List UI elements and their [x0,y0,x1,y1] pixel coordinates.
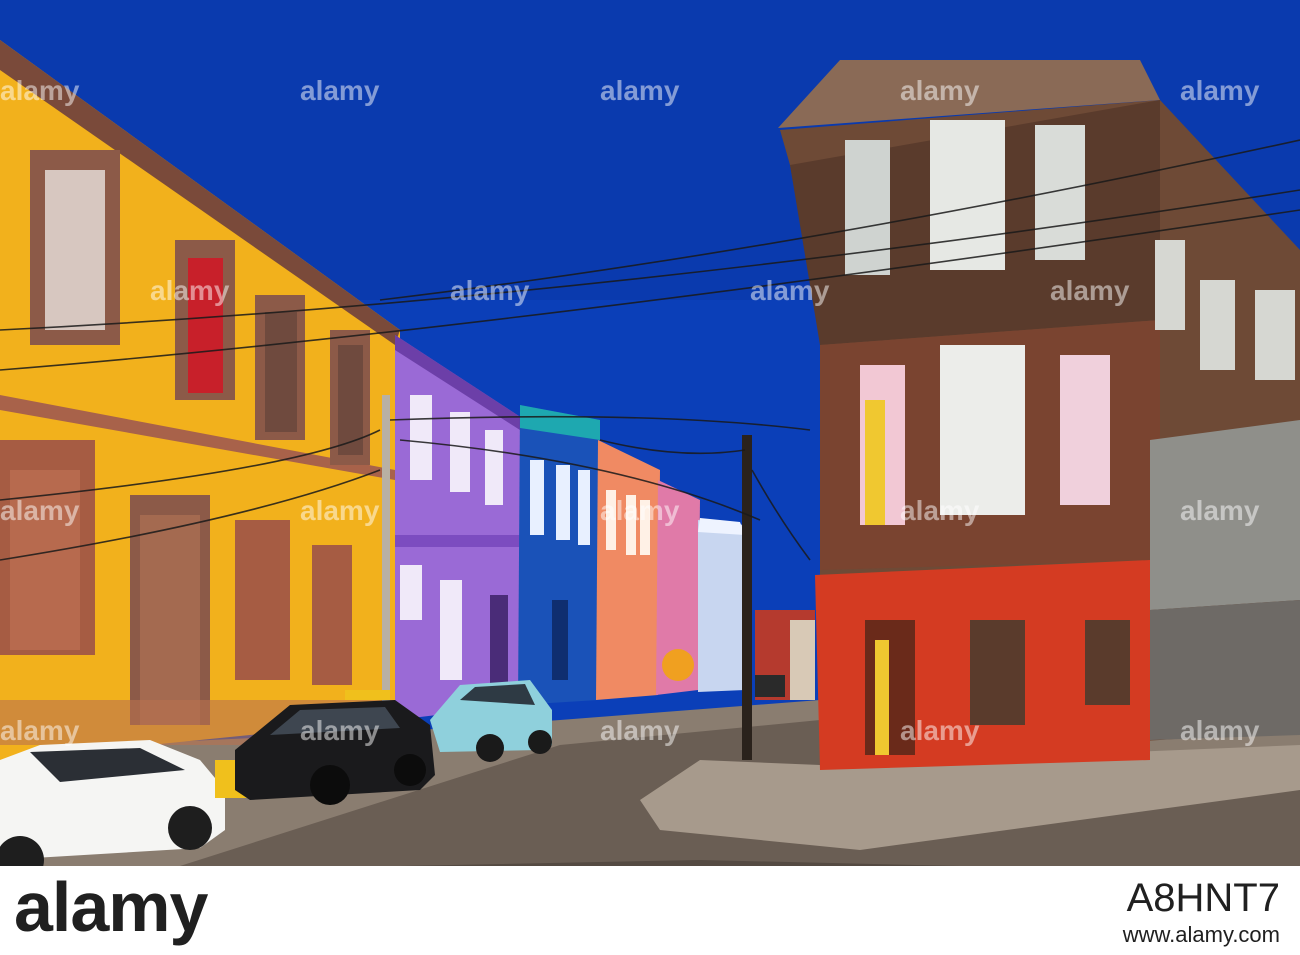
svg-text:alamy: alamy [900,75,980,106]
svg-text:alamy: alamy [450,275,530,306]
street-photo: alamy alamy alamy alamy alamy alamy alam… [0,0,1300,866]
salmon-building [596,440,660,700]
svg-text:alamy: alamy [600,715,680,746]
light-blue-building [698,520,745,692]
alamy-logo: alamy [14,868,208,946]
svg-text:alamy: alamy [0,495,80,526]
white-sedan [0,740,225,866]
svg-text:alamy: alamy [750,275,830,306]
svg-text:alamy: alamy [150,275,230,306]
svg-text:alamy: alamy [300,715,380,746]
utility-pole [742,435,752,760]
svg-text:alamy: alamy [300,495,380,526]
svg-text:alamy: alamy [1180,715,1260,746]
svg-text:alamy: alamy [0,75,80,106]
svg-text:alamy: alamy [600,75,680,106]
svg-text:alamy: alamy [1050,275,1130,306]
footer-bar: alamy A8HNT7 www.alamy.com [0,866,1300,955]
svg-text:alamy: alamy [300,75,380,106]
svg-text:alamy: alamy [1180,495,1260,526]
svg-text:alamy: alamy [900,715,980,746]
svg-text:alamy: alamy [900,495,980,526]
svg-text:alamy: alamy [0,715,80,746]
svg-text:alamy: alamy [1180,75,1260,106]
svg-text:alamy: alamy [600,495,680,526]
site-url: www.alamy.com [1122,922,1280,947]
image-id: A8HNT7 [1126,876,1280,920]
